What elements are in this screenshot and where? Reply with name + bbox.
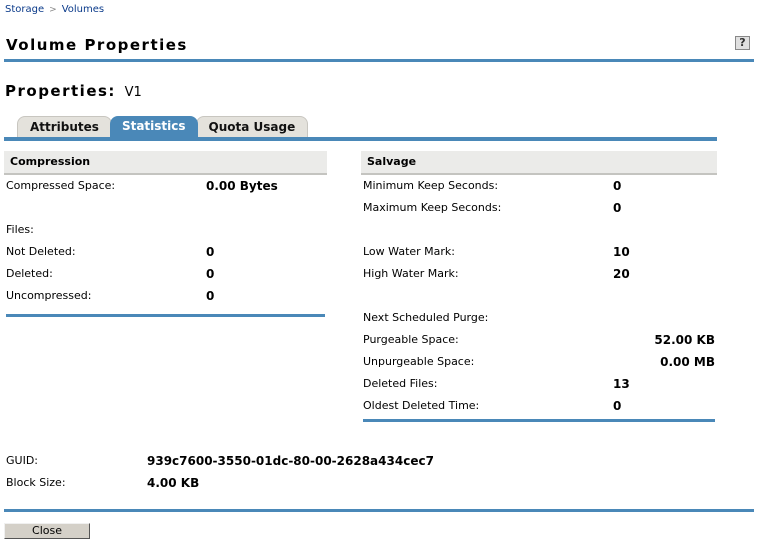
properties-label: Properties: xyxy=(5,82,116,100)
properties-heading: Properties: V1 xyxy=(5,82,142,100)
deleted-label: Deleted: xyxy=(6,267,53,280)
low-water-label: Low Water Mark: xyxy=(363,245,456,258)
deleted-files-row: Deleted Files: 13 xyxy=(363,376,715,392)
salvage-header: Salvage xyxy=(361,151,717,175)
not-deleted-row: Not Deleted: 0 xyxy=(6,244,326,260)
max-keep-label: Maximum Keep Seconds: xyxy=(363,201,502,214)
salvage-divider xyxy=(363,419,715,422)
low-water-value: 10 xyxy=(613,245,630,259)
low-water-row: Low Water Mark: 10 xyxy=(363,244,715,260)
max-keep-row: Maximum Keep Seconds: 0 xyxy=(363,200,715,216)
deleted-files-value: 13 xyxy=(613,377,630,391)
not-deleted-value: 0 xyxy=(206,245,215,259)
tab-quota-usage[interactable]: Quota Usage xyxy=(195,116,309,137)
tab-statistics[interactable]: Statistics xyxy=(109,116,198,137)
max-keep-value: 0 xyxy=(613,201,622,215)
oldest-deleted-label: Oldest Deleted Time: xyxy=(363,399,480,412)
uncompressed-row: Uncompressed: 0 xyxy=(6,288,326,304)
tab-bar: Attributes Statistics Quota Usage xyxy=(17,116,309,137)
guid-label: GUID: xyxy=(6,454,38,467)
guid-value: 939c7600-3550-01dc-80-00-2628a434cec7 xyxy=(147,454,434,468)
close-button[interactable]: Close xyxy=(4,523,90,539)
help-icon: ? xyxy=(739,36,746,49)
breadcrumb-separator: > xyxy=(49,5,57,15)
uncompressed-label: Uncompressed: xyxy=(6,289,92,302)
unpurgeable-value: 0.00 MB xyxy=(660,355,715,369)
guid-row: GUID: 939c7600-3550-01dc-80-00-2628a434c… xyxy=(6,453,506,469)
files-label: Files: xyxy=(6,223,34,236)
page-title: Volume Properties xyxy=(6,36,188,54)
block-size-row: Block Size: 4.00 KB xyxy=(6,475,506,491)
deleted-files-label: Deleted Files: xyxy=(363,377,438,390)
breadcrumb-volumes[interactable]: Volumes xyxy=(62,4,104,15)
oldest-deleted-row: Oldest Deleted Time: 0 xyxy=(363,398,715,414)
block-size-value: 4.00 KB xyxy=(147,476,200,490)
compression-header: Compression xyxy=(4,151,327,175)
high-water-value: 20 xyxy=(613,267,630,281)
breadcrumb-storage[interactable]: Storage xyxy=(5,4,44,15)
next-purge-row: Next Scheduled Purge: xyxy=(363,310,715,326)
purgeable-label: Purgeable Space: xyxy=(363,333,459,346)
files-row: Files: xyxy=(6,222,326,238)
deleted-value: 0 xyxy=(206,267,215,281)
purgeable-row: Purgeable Space: 52.00 KB xyxy=(363,332,715,348)
next-purge-label: Next Scheduled Purge: xyxy=(363,311,489,324)
tab-divider xyxy=(4,137,717,141)
unpurgeable-row: Unpurgeable Space: 0.00 MB xyxy=(363,354,715,370)
deleted-row: Deleted: 0 xyxy=(6,266,326,282)
high-water-label: High Water Mark: xyxy=(363,267,459,280)
not-deleted-label: Not Deleted: xyxy=(6,245,76,258)
high-water-row: High Water Mark: 20 xyxy=(363,266,715,282)
footer-divider xyxy=(4,509,754,512)
min-keep-row: Minimum Keep Seconds: 0 xyxy=(363,178,715,194)
volume-name: V1 xyxy=(124,85,142,100)
title-divider xyxy=(4,59,754,62)
uncompressed-value: 0 xyxy=(206,289,215,303)
compressed-space-label: Compressed Space: xyxy=(6,179,116,192)
min-keep-label: Minimum Keep Seconds: xyxy=(363,179,499,192)
compressed-space-value: 0.00 Bytes xyxy=(206,179,278,193)
tab-attributes[interactable]: Attributes xyxy=(17,116,112,137)
block-size-label: Block Size: xyxy=(6,476,66,489)
oldest-deleted-value: 0 xyxy=(613,399,622,413)
compression-divider xyxy=(6,314,325,317)
help-button[interactable]: ? xyxy=(735,36,750,50)
breadcrumb: Storage > Volumes xyxy=(5,4,104,15)
min-keep-value: 0 xyxy=(613,179,622,193)
unpurgeable-label: Unpurgeable Space: xyxy=(363,355,475,368)
compressed-space-row: Compressed Space: 0.00 Bytes xyxy=(6,178,326,194)
purgeable-value: 52.00 KB xyxy=(654,333,715,347)
